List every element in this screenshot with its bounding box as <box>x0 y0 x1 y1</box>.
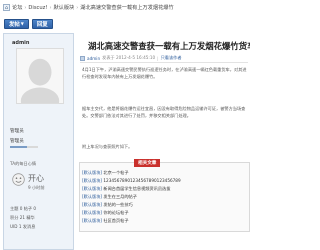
list-item-tag[interactable]: [默认版块] <box>82 218 102 223</box>
list-item-tag[interactable]: [默认版块] <box>82 170 102 175</box>
list-item[interactable]: [默认版块] 发帖的一些技巧 <box>82 202 133 208</box>
reply-label: 回复 <box>36 21 48 28</box>
list-item-title[interactable]: 发帖的一些技巧 <box>103 202 132 207</box>
list-item-tag[interactable]: [默认版块] <box>82 186 102 191</box>
online-status-icon <box>80 55 85 61</box>
user-stat[interactable]: 积分 21 精华 <box>10 215 35 221</box>
related-header: 相关文章 <box>134 159 161 167</box>
post-meta: admin 发表于 2012-4-5 16:45:10 | 只看该作者 <box>80 55 182 61</box>
post-paragraph: 4月1日下午，泸渝高速交警民警执行巡逻任务时，在泸渝高速一辆红色载重货车，对其进… <box>82 67 247 80</box>
list-item-title[interactable]: 12345678901234567890123456789 <box>103 178 180 183</box>
user-stat[interactable]: UID 1 发消息 <box>10 224 35 230</box>
avatar[interactable] <box>16 48 64 104</box>
post-paragraph: 据车主交代，他是将烟花爆竹运往宜昌，因没有取得危险物品运输许可证，被警方当场查处… <box>82 106 246 119</box>
author-name[interactable]: admin <box>12 40 29 46</box>
user-group[interactable]: 管理员 <box>10 128 24 134</box>
list-item-title[interactable]: 社区首页帖子 <box>103 218 128 223</box>
breadcrumb-current: 湖北高速交警查获一载有上万发烟花爆竹 <box>80 5 174 11</box>
breadcrumb-item[interactable]: 论坛 <box>12 4 22 11</box>
list-item[interactable]: [默认版块] 发生在三月的帖子 <box>82 194 137 200</box>
list-item[interactable]: [默认版块] 北京一个帖子 <box>82 170 129 176</box>
mood-stat: 9 小时前 <box>28 185 45 190</box>
default-avatar-icon <box>17 49 63 103</box>
related-threads-box: 相关文章 [默认版块] 北京一个帖子 [默认版块] 12345678901234… <box>79 159 250 232</box>
level-bar <box>10 146 38 148</box>
thread-action-bar: 发帖 ▼ 回复 <box>0 15 250 32</box>
list-item-title[interactable]: 北京一个帖子 <box>103 170 128 175</box>
breadcrumb-separator: › <box>49 4 52 11</box>
list-item-title[interactable]: 新闻台首届学生信息视频资讯员选拔 <box>103 186 170 191</box>
list-item-tag[interactable]: [默认版块] <box>82 178 102 183</box>
user-title: 管理员 <box>10 139 24 144</box>
post-author-link[interactable]: admin <box>87 56 100 61</box>
list-item[interactable]: [默认版块] 你的论坛帖子 <box>82 210 129 216</box>
page-title: 湖北高速交警查获一载有上万发烟花爆竹货车 <box>88 41 250 51</box>
divider <box>80 62 248 63</box>
list-item-tag[interactable]: [默认版块] <box>82 202 102 207</box>
chevron-down-icon: ▼ <box>20 21 24 26</box>
user-stat[interactable]: 主题 0 帖子 0 <box>10 206 36 212</box>
smiley-icon <box>12 173 25 186</box>
list-item[interactable]: [默认版块] 新闻台首届学生信息视频资讯员选拔 <box>82 186 170 192</box>
post-content: 湖北高速交警查获一载有上万发烟花爆竹货车 admin 发表于 2012-4-5 … <box>78 33 250 250</box>
home-icon[interactable]: ⌂ <box>3 4 10 11</box>
author-sidebar: admin 管理员 管理员 TA的每日心情 开心 9 小时前 主题 0 帖子 0… <box>3 33 74 250</box>
breadcrumb-separator: › <box>76 4 79 11</box>
list-item-tag[interactable]: [默认版块] <box>82 210 102 215</box>
list-item[interactable]: [默认版块] 12345678901234567890123456789 <box>82 178 181 184</box>
post-time: 发表于 2012-4-5 16:45:10 <box>102 55 156 60</box>
post-paragraph: 附上车况与查获照片如下。 <box>82 144 133 149</box>
new-post-button[interactable]: 发帖 ▼ <box>4 18 29 29</box>
only-author-link[interactable]: 只看该作者 <box>161 55 182 61</box>
new-post-label: 发帖 <box>9 21 20 28</box>
forum-thread-page: ⌂ 论坛 › Discuz! › 默认版块 › 湖北高速交警查获一载有上万发烟花… <box>0 0 250 250</box>
breadcrumb-separator: › <box>24 4 27 11</box>
list-item-title[interactable]: 你的论坛帖子 <box>103 210 128 215</box>
mood-text: 开心 <box>28 174 44 183</box>
list-item-tag[interactable]: [默认版块] <box>82 194 102 199</box>
mood-label: TA的每日心情 <box>10 161 37 166</box>
breadcrumb-item[interactable]: Discuz! <box>28 5 47 11</box>
list-item[interactable]: [默认版块] 社区首页帖子 <box>82 218 129 224</box>
breadcrumb-item[interactable]: 默认版块 <box>53 4 74 11</box>
meta-separator: | <box>157 55 159 61</box>
reply-button[interactable]: 回复 <box>31 18 53 29</box>
list-item-title[interactable]: 发生在三月的帖子 <box>103 194 137 199</box>
breadcrumb: ⌂ 论坛 › Discuz! › 默认版块 › 湖北高速交警查获一载有上万发烟花… <box>0 0 250 15</box>
level-bar-fill <box>10 146 27 148</box>
